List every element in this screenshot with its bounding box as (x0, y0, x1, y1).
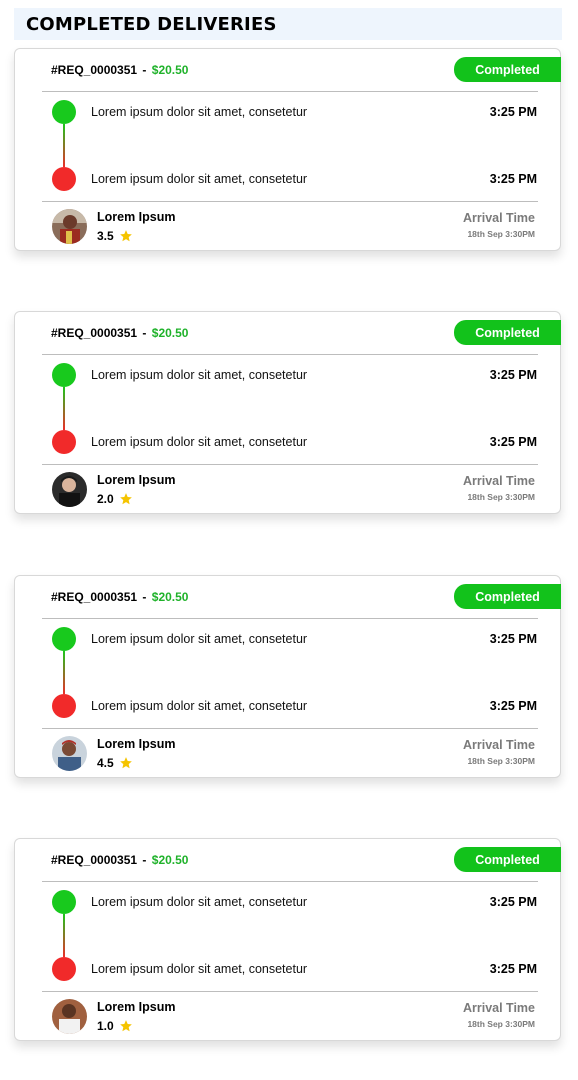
request-price: $20.50 (151, 590, 189, 604)
arrival-time: 18th Sep 3:30PM (467, 1019, 535, 1029)
star-icon (119, 230, 132, 242)
header-separator: - (142, 326, 147, 340)
driver-rating: 2.0 (97, 492, 133, 506)
driver-name: Lorem Ipsum (97, 1000, 176, 1014)
page-header: COMPLETED DELIVERIES (14, 8, 562, 40)
driver-rating: 4.5 (97, 756, 133, 770)
drop-dot-icon (52, 430, 76, 454)
divider (42, 464, 538, 465)
arrival-time: 18th Sep 3:30PM (467, 229, 535, 239)
pickup-dot-icon (52, 890, 76, 914)
header-separator: - (142, 853, 147, 867)
avatar (52, 472, 87, 507)
request-header: #REQ_0000351 - $20.50 (51, 590, 188, 604)
avatar (52, 209, 87, 244)
arrival-time: 18th Sep 3:30PM (467, 756, 535, 766)
pickup-time: 3:25 PM (489, 895, 537, 909)
pickup-dot-icon (52, 627, 76, 651)
drop-address: Lorem ipsum dolor sit amet, consetetur (91, 962, 308, 976)
page-title: COMPLETED DELIVERIES (26, 13, 277, 35)
drop-dot-icon (52, 694, 76, 718)
status-badge: Completed (454, 57, 561, 82)
driver-name: Lorem Ipsum (97, 210, 176, 224)
pickup-address: Lorem ipsum dolor sit amet, consetetur (91, 895, 308, 909)
rating-value: 4.5 (97, 756, 114, 770)
arrival-label: Arrival Time (462, 474, 535, 488)
divider (42, 991, 538, 992)
request-header: #REQ_0000351 - $20.50 (51, 853, 188, 867)
arrival-time: 18th Sep 3:30PM (467, 492, 535, 502)
delivery-card[interactable]: #REQ_0000351 - $20.50 Completed Lorem ip… (14, 48, 561, 251)
route-line (63, 914, 65, 957)
divider (42, 354, 538, 355)
request-price: $20.50 (151, 326, 189, 340)
rating-value: 2.0 (97, 492, 114, 506)
drop-address: Lorem ipsum dolor sit amet, consetetur (91, 172, 308, 186)
star-icon (119, 757, 132, 769)
request-id: #REQ_0000351 (51, 326, 138, 340)
driver-rating: 3.5 (97, 229, 133, 243)
pickup-address: Lorem ipsum dolor sit amet, consetetur (91, 368, 308, 382)
driver-name: Lorem Ipsum (97, 737, 176, 751)
header-separator: - (142, 590, 147, 604)
pickup-time: 3:25 PM (489, 105, 537, 119)
request-price: $20.50 (151, 63, 189, 77)
star-icon (119, 1020, 132, 1032)
driver-name: Lorem Ipsum (97, 473, 176, 487)
request-price: $20.50 (151, 853, 189, 867)
arrival-label: Arrival Time (462, 211, 535, 225)
star-icon (119, 493, 132, 505)
pickup-address: Lorem ipsum dolor sit amet, consetetur (91, 632, 308, 646)
divider (42, 881, 538, 882)
drop-dot-icon (52, 167, 76, 191)
delivery-card[interactable]: #REQ_0000351 - $20.50 Completed Lorem ip… (14, 838, 561, 1041)
route-line (63, 651, 65, 694)
arrival-label: Arrival Time (462, 738, 535, 752)
drop-address: Lorem ipsum dolor sit amet, consetetur (91, 435, 308, 449)
status-badge: Completed (454, 584, 561, 609)
drop-dot-icon (52, 957, 76, 981)
request-header: #REQ_0000351 - $20.50 (51, 63, 188, 77)
pickup-time: 3:25 PM (489, 632, 537, 646)
request-id: #REQ_0000351 (51, 590, 138, 604)
arrival-label: Arrival Time (462, 1001, 535, 1015)
request-id: #REQ_0000351 (51, 853, 138, 867)
avatar (52, 999, 87, 1034)
status-badge: Completed (454, 847, 561, 872)
route-line (63, 387, 65, 430)
request-header: #REQ_0000351 - $20.50 (51, 326, 188, 340)
drop-address: Lorem ipsum dolor sit amet, consetetur (91, 699, 308, 713)
pickup-address: Lorem ipsum dolor sit amet, consetetur (91, 105, 308, 119)
rating-value: 1.0 (97, 1019, 114, 1033)
drop-time: 3:25 PM (489, 962, 537, 976)
request-id: #REQ_0000351 (51, 63, 138, 77)
divider (42, 91, 538, 92)
header-separator: - (142, 63, 147, 77)
rating-value: 3.5 (97, 229, 114, 243)
pickup-dot-icon (52, 363, 76, 387)
divider (42, 201, 538, 202)
driver-rating: 1.0 (97, 1019, 133, 1033)
avatar (52, 736, 87, 771)
delivery-card[interactable]: #REQ_0000351 - $20.50 Completed Lorem ip… (14, 311, 561, 514)
pickup-dot-icon (52, 100, 76, 124)
divider (42, 618, 538, 619)
status-badge: Completed (454, 320, 561, 345)
drop-time: 3:25 PM (489, 435, 537, 449)
drop-time: 3:25 PM (489, 699, 537, 713)
divider (42, 728, 538, 729)
drop-time: 3:25 PM (489, 172, 537, 186)
delivery-card[interactable]: #REQ_0000351 - $20.50 Completed Lorem ip… (14, 575, 561, 778)
pickup-time: 3:25 PM (489, 368, 537, 382)
route-line (63, 124, 65, 167)
